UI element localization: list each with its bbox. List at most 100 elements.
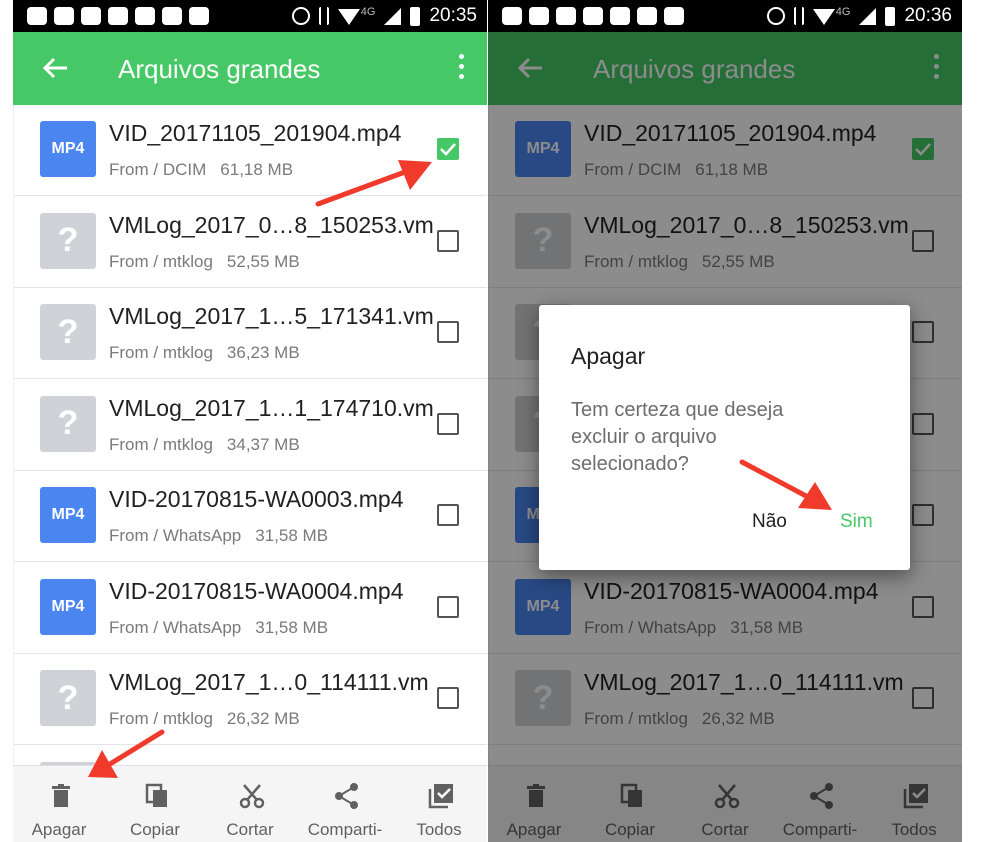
file-location: From / WhatsApp [109,526,242,545]
facebook-icon [189,7,209,25]
file-meta: From / DCIM 61,18 MB [109,160,293,180]
battery-icon [410,6,421,26]
file-name: VMLog_2017_1…1_174710.vm [109,394,434,421]
unknown-file-icon: ? [40,212,96,269]
notification-icon [27,7,47,25]
page-title: Arquivos grandes [118,54,321,84]
file-list-item[interactable]: MP4 VID_20171105_201904.mp4 From / DCIM 61,… [14,105,487,196]
battery-icon [885,6,896,26]
file-size: 34,37 MB [226,434,300,454]
whatsapp-icon [556,7,576,25]
trash-icon [47,782,75,810]
signal-icon [859,7,877,25]
file-size: 31,58 MB [255,526,329,545]
phone-screen-left: 4G 20:35 Arquivos grandes MP4 VID_2017110… [13,0,487,842]
notification-icons [502,7,684,25]
delete-button[interactable]: Apagar [13,766,105,842]
cut-label: Cortar [226,820,274,839]
checkbox[interactable] [437,504,459,526]
delete-label: Apagar [31,820,87,839]
file-location: From / mtklog [109,251,213,271]
wifi-icon [337,9,360,25]
file-list-item[interactable]: ? VMLog_2017_1…0_114111.vm From / mtklog 26… [14,654,487,745]
select-all-label: Todos [416,820,462,839]
file-size: 36,23 MB [226,343,300,362]
bluetooth-icon [793,7,804,25]
file-name: VID-20170815-WA0003.mp4 [109,486,404,512]
copy-button[interactable]: Copiar [109,766,201,842]
file-name: VMLog_2017_0…8_150253.vm [109,211,434,238]
confirm-button[interactable]: Sim [840,511,873,533]
bluetooth-icon [318,7,329,25]
mail-icon [529,7,549,25]
file-size: 31,58 MB [255,617,329,637]
check-icon [440,143,456,156]
checkbox[interactable] [437,229,459,252]
mail-icon [54,7,74,25]
cut-button[interactable]: Cortar [204,766,296,842]
file-location: From / DCIM [109,160,207,179]
file-meta: From / mtklog 52,55 MB [109,252,300,272]
phone-screen-right: 4G 20:36 Arquivos grandes MP4 VID_2017110… [488,0,962,842]
more-options-icon[interactable] [459,54,465,82]
data-saver-icon [291,7,310,25]
soccer-ball-icon [135,7,155,25]
network-type: 4G [835,6,851,18]
file-name: VID_20171105_201904.mp4 [109,120,402,146]
file-list: MP4 VID_20171105_201904.mp4 From / DCIM 61,… [13,105,487,765]
system-status: 4G 20:35 [291,5,477,27]
app-bar: Arquivos grandes [13,32,487,105]
file-location: From / mtklog [109,709,213,728]
file-meta: From / WhatsApp 31,58 MB [109,526,328,546]
gallery-icon [583,7,603,25]
file-meta: From / mtklog 34,37 MB [109,435,300,455]
select-all-button[interactable]: Todos [393,766,485,842]
share-label: Comparti- [307,820,383,839]
soccer-ball-icon [610,7,630,25]
file-name: VMLog_2017_1…5_171341.vm [109,303,434,329]
file-name: VID-20170815-WA0004.mp4 [109,577,404,604]
cancel-button[interactable]: Não [752,511,787,533]
video-file-icon: MP4 [40,578,96,635]
wifi-icon [812,9,835,25]
unknown-file-icon: ? [40,395,96,452]
file-meta: From / WhatsApp 31,58 MB [109,618,328,638]
scissors-icon [238,782,266,810]
system-status: 4G 20:36 [766,5,952,27]
file-location: From / WhatsApp [109,617,242,637]
file-size: 52,55 MB [226,251,300,271]
file-list-item[interactable]: MP4 VID-20170815-WA0003.mp4 From / WhatsAp… [14,471,487,562]
checkbox[interactable] [437,321,459,343]
file-location: From / mtklog [109,434,213,454]
file-location: From / mtklog [109,343,213,362]
status-bar: 4G 20:36 [488,0,962,32]
file-list-item[interactable]: MP4 VID-20170815-WA0004.mp4 From / WhatsAp… [14,563,487,654]
instagram-icon [637,7,657,25]
unknown-file-icon: ? [40,304,96,360]
video-file-icon: MP4 [40,121,96,177]
signal-icon [384,7,402,25]
file-list-item[interactable]: ? VMLog_2017_1…5_171341.vm From / mtklog 36… [14,288,487,379]
checkbox-checked[interactable] [437,138,459,160]
file-list-item[interactable]: ? VMLog_2017_1…1_174710.vm From / mtklog 34… [14,380,487,471]
copy-icon [143,782,171,810]
checkbox[interactable] [437,595,459,618]
file-meta: From / mtklog 36,23 MB [109,343,300,363]
checkbox[interactable] [437,412,459,435]
checkbox[interactable] [437,687,459,709]
share-button[interactable]: Comparti- [299,766,391,842]
file-name: VMLog_2017_1…0_114111.vm [109,669,429,695]
whatsapp-icon [81,7,101,25]
back-arrow-icon[interactable] [41,56,69,80]
file-size: 61,18 MB [220,160,294,179]
dialog-message: Tem certeza que deseja excluir o arquivo… [571,399,784,475]
select-all-icon [427,782,455,810]
confirm-delete-dialog: Apagar Tem certeza que deseja excluir o a… [539,305,910,570]
video-file-icon: MP4 [40,487,96,543]
file-list-item[interactable]: ? VMLog_2017_0…8_150253.vm From / mtklog 52… [14,197,487,288]
copy-label: Copiar [129,820,181,839]
data-saver-icon [766,7,785,25]
facebook-icon [664,7,684,25]
notification-icon [502,7,522,25]
dialog-title: Apagar [571,343,646,369]
